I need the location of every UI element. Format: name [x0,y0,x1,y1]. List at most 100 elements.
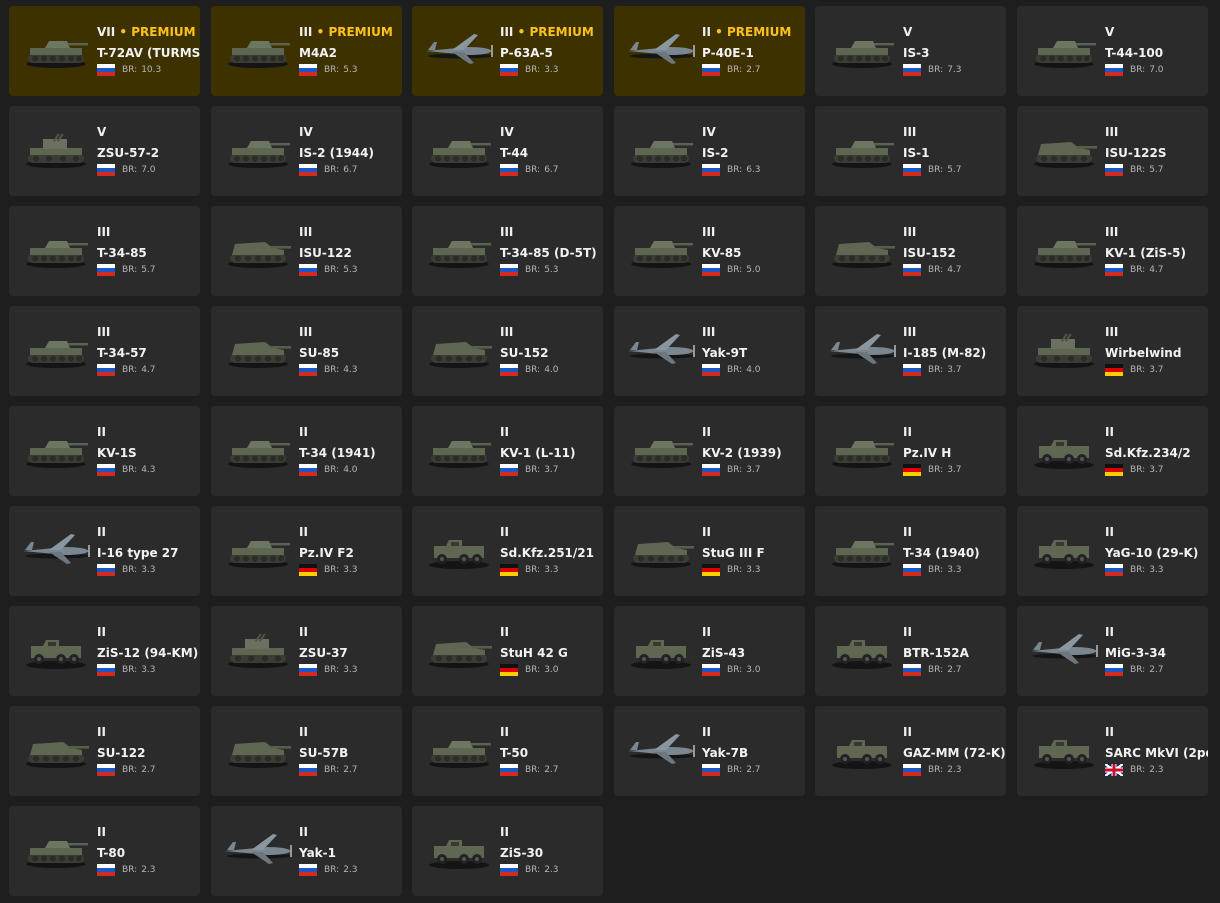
tank-icon [422,226,496,272]
vehicle-card[interactable]: II BTR-152A BR: 2.7 [815,606,1006,696]
tier-line: II [702,425,805,440]
vehicle-card[interactable]: II StuG III F BR: 3.3 [614,506,805,596]
vehicle-card[interactable]: III ISU-122S BR: 5.7 [1017,106,1208,196]
nation-flag-icon [500,664,518,676]
tier-line: II [903,425,1006,440]
br-prefix: BR: [324,565,340,575]
vehicle-info: II ZiS-30 BR: 2.3 [500,825,603,876]
vehicle-card[interactable]: II ZiS-43 BR: 3.0 [614,606,805,696]
vehicle-card[interactable]: III KV-85 BR: 5.0 [614,206,805,296]
vehicle-card[interactable]: II SU-122 BR: 2.7 [9,706,200,796]
vehicle-info: II KV-1S BR: 4.3 [97,425,200,476]
tier-label: II [299,625,308,639]
br-line: BR: 2.3 [299,864,402,876]
tier-label: II [903,625,912,639]
vehicle-card[interactable]: III T-34-57 BR: 4.7 [9,306,200,396]
vehicle-card[interactable]: III IS-1 BR: 5.7 [815,106,1006,196]
vehicle-card[interactable]: III T-34-85 (D-5T) BR: 5.3 [412,206,603,296]
vehicle-card[interactable]: II SARC MkVI (2pdr) BR:2.3 [1017,706,1208,796]
vehicle-info: II SU-122 BR: 2.7 [97,725,200,776]
vehicle-card[interactable]: II Pz.IV H BR: 3.7 [815,406,1006,496]
tier-label: III [500,25,514,39]
br-line: BR: 3.3 [702,564,805,576]
vehicle-card[interactable]: III • PREMIUM P-63A-5 BR: 3.3 [412,6,603,96]
vehicle-card[interactable]: II GAZ-MM (72-K) BR: 2.3 [815,706,1006,796]
vehicle-card[interactable]: II Sd.Kfz.251/21 BR: 3.3 [412,506,603,596]
tier-label: III [97,225,111,239]
vehicle-card[interactable]: II T-34 (1940) BR: 3.3 [815,506,1006,596]
vehicle-card[interactable]: V T-44-100 BR: 7.0 [1017,6,1208,96]
vehicle-card[interactable]: III KV-1 (ZiS-5) BR: 4.7 [1017,206,1208,296]
vehicle-card[interactable]: V IS-3 BR: 7.3 [815,6,1006,96]
tier-line: II [500,525,603,540]
vehicle-card[interactable]: III T-34-85 BR: 5.7 [9,206,200,296]
vehicle-card[interactable]: II T-34 (1941) BR: 4.0 [211,406,402,496]
vehicle-name: I-16 type 27 [97,546,179,560]
tank-icon [825,126,899,172]
vehicle-name: ISU-122S [1105,146,1167,160]
vehicle-card[interactable]: IV T-44 BR: 6.7 [412,106,603,196]
br-line: BR: 3.7 [1105,364,1208,376]
vehicle-info: IV T-44 BR: 6.7 [500,125,603,176]
vehicle-card[interactable]: II MiG-3-34 BR: 2.7 [1017,606,1208,696]
tier-label: II [97,625,106,639]
vehicle-info: III I-185 (M-82) BR: 3.7 [903,325,1006,376]
br-value: 2.7 [1149,665,1164,675]
vehicle-info: II KV-1 (L-11) BR: 3.7 [500,425,603,476]
vehicle-card[interactable]: II ZSU-37 BR: 3.3 [211,606,402,696]
vehicle-card[interactable]: III SU-85 BR: 4.3 [211,306,402,396]
vehicle-card[interactable]: III SU-152 BR: 4.0 [412,306,603,396]
br-line: BR: 3.3 [299,564,402,576]
br-value: 4.0 [544,365,559,375]
truck-icon [19,626,93,672]
br-line: BR: 2.3 [903,764,1006,776]
td-icon [221,326,295,372]
br-line: BR: 3.3 [500,64,603,76]
nation-flag-icon [97,64,115,76]
vehicle-card[interactable]: III Yak-9T BR: 4.0 [614,306,805,396]
vehicle-card[interactable]: II T-50 BR: 2.7 [412,706,603,796]
vehicle-card[interactable]: V ZSU-57-2 BR: 7.0 [9,106,200,196]
vehicle-info: II SU-57B BR: 2.7 [299,725,402,776]
vehicle-card[interactable]: IV IS-2 (1944) BR: 6.7 [211,106,402,196]
vehicle-card[interactable]: II Yak-7B BR: 2.7 [614,706,805,796]
vehicle-card[interactable]: III ISU-122 BR: 5.3 [211,206,402,296]
vehicle-card[interactable]: II YaG-10 (29-K) BR: 3.3 [1017,506,1208,596]
vehicle-card[interactable]: III Wirbelwind BR: 3.7 [1017,306,1208,396]
plane-icon [624,326,698,372]
vehicle-card[interactable]: II ZiS-30 BR: 2.3 [412,806,603,896]
vehicle-card[interactable]: II T-80 BR: 2.3 [9,806,200,896]
vehicle-info: II YaG-10 (29-K) BR: 3.3 [1105,525,1208,576]
nation-flag-icon [299,64,317,76]
br-line: BR: 3.7 [903,464,1006,476]
br-prefix: BR: [727,565,743,575]
vehicle-card[interactable]: II Pz.IV F2 BR: 3.3 [211,506,402,596]
vehicle-card[interactable]: II KV-1 (L-11) BR: 3.7 [412,406,603,496]
vehicle-card[interactable]: II I-16 type 27 BR: 3.3 [9,506,200,596]
vehicle-card[interactable]: II KV-1S BR: 4.3 [9,406,200,496]
vehicle-card[interactable]: II • PREMIUM P-40E-1 BR: 2.7 [614,6,805,96]
vehicle-card[interactable]: III • PREMIUM M4A2 BR: 5.3 [211,6,402,96]
tier-label: II [97,425,106,439]
vehicle-card[interactable]: II StuH 42 G BR: 3.0 [412,606,603,696]
vehicle-card[interactable]: III ISU-152 BR: 4.7 [815,206,1006,296]
vehicle-card[interactable]: II Sd.Kfz.234/2 BR: 3.7 [1017,406,1208,496]
tank-icon [1027,26,1101,72]
br-line: BR: 4.0 [299,464,402,476]
vehicle-card[interactable]: II KV-2 (1939) BR: 3.7 [614,406,805,496]
vehicle-card[interactable]: III I-185 (M-82) BR: 3.7 [815,306,1006,396]
br-line: BR: 2.3 [500,864,603,876]
tier-label: II [702,425,711,439]
vehicle-card[interactable]: II ZiS-12 (94-KM) BR: 3.3 [9,606,200,696]
vehicle-info: III SU-152 BR: 4.0 [500,325,603,376]
vehicle-name: StuH 42 G [500,646,568,660]
vehicle-card[interactable]: VII • PREMIUM T-72AV (TURMS-T) BR:10.3 [9,6,200,96]
vehicle-card[interactable]: II Yak-1 BR: 2.3 [211,806,402,896]
vehicle-info: II ZiS-43 BR: 3.0 [702,625,805,676]
vehicle-card[interactable]: II SU-57B BR: 2.7 [211,706,402,796]
vehicle-name: SU-122 [97,746,146,760]
nation-flag-icon [97,664,115,676]
vehicle-card[interactable]: IV IS-2 BR: 6.3 [614,106,805,196]
tier-line: II [299,425,402,440]
tier-label: III [702,325,716,339]
